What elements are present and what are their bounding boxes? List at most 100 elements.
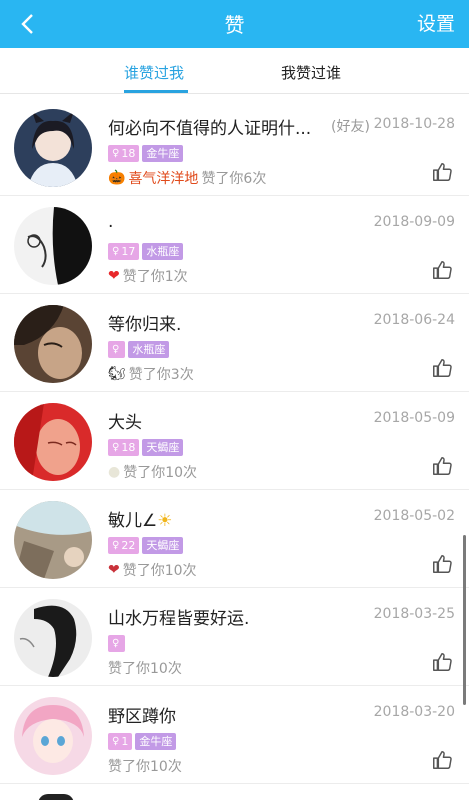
heart-icon: ❤ (108, 268, 120, 284)
thumbs-up-icon (433, 555, 452, 573)
age-badge: ♀ (108, 635, 126, 652)
active-tab-indicator (124, 90, 188, 93)
tab-who-liked-me[interactable]: 谁赞过我 (124, 62, 184, 83)
thumbs-up-icon (433, 261, 452, 279)
tab-who-i-liked[interactable]: 我赞过谁 (281, 62, 341, 83)
avatar[interactable] (14, 109, 92, 187)
like-count: 赞了你6次 (201, 171, 267, 187)
like-summary: ❤ 赞了你10次 (108, 560, 197, 580)
like-back-button[interactable] (431, 651, 453, 673)
list-item[interactable]: . 2018-09-09 ♀ 17 水瓶座 ❤ 赞了你1次 (0, 196, 469, 294)
gift-name: 喜气洋洋地 (128, 171, 199, 187)
age-badge: ♀ 1 (108, 733, 133, 750)
age-badge: ♀ 22 (108, 537, 140, 554)
age-badge: ♀ 18 (108, 439, 140, 456)
age-badge: ♀ 17 (108, 243, 140, 260)
friend-tag: (好友) (331, 119, 370, 135)
female-icon: ♀ (112, 540, 120, 551)
user-name: 敏儿∠☀ (108, 511, 173, 531)
female-icon: ♀ (112, 148, 120, 159)
female-icon: ♀ (112, 246, 120, 257)
age-badge: ♀ (108, 341, 126, 358)
like-back-button[interactable] (431, 749, 453, 771)
like-date: 2018-03-25 (373, 606, 455, 622)
avatar[interactable] (14, 501, 92, 579)
like-count: 赞了你10次 (123, 465, 198, 481)
avatar[interactable] (14, 403, 92, 481)
like-summary: ● 赞了你10次 (108, 462, 197, 482)
list-item[interactable]: 敏儿∠☀ 2018-05-02 ♀ 22 天蝎座 ❤ 赞了你10次 (0, 490, 469, 588)
user-name: 等你归来. (108, 315, 182, 335)
pumpkin-icon: 🎃 (108, 170, 126, 186)
list-scrollbar[interactable] (463, 535, 466, 705)
squirrel-icon: 🐿 (108, 366, 126, 382)
user-badges: ♀ (108, 635, 126, 652)
user-name: 野区蹲你 (108, 707, 176, 727)
like-date: 2018-05-09 (373, 410, 455, 426)
like-count: 赞了你3次 (128, 367, 194, 383)
user-badges: ♀ 17 水瓶座 (108, 243, 184, 260)
settings-button[interactable]: 设置 (417, 9, 455, 36)
user-badges: ♀ 22 天蝎座 (108, 537, 184, 554)
list-item[interactable]: 何必向不值得的人证明什... (好友) 2018-10-28 ♀ 18 金牛座 🎃… (0, 98, 469, 196)
avatar[interactable] (14, 599, 92, 677)
avatar[interactable] (14, 305, 92, 383)
zodiac-badge: 金牛座 (135, 733, 177, 750)
female-icon: ♀ (112, 638, 120, 649)
like-count: 赞了你10次 (122, 563, 197, 579)
user-name: 大头 (108, 413, 142, 433)
like-back-button[interactable] (431, 455, 453, 477)
avatar[interactable] (14, 207, 92, 285)
likes-page: 赞 设置 谁赞过我 我赞过谁 何必向不值得的人证明什... (好友) 2018-… (0, 0, 469, 800)
like-back-button[interactable] (431, 161, 453, 183)
like-date: 2018-09-09 (373, 214, 455, 230)
thumbs-up-icon (433, 653, 452, 671)
leaf-icon: ● (108, 464, 121, 480)
zodiac-badge: 水瓶座 (142, 243, 184, 260)
female-icon: ♀ (112, 344, 120, 355)
likes-list: 何必向不值得的人证明什... (好友) 2018-10-28 ♀ 18 金牛座 🎃… (0, 98, 469, 784)
top-bar: 赞 设置 (0, 0, 469, 48)
like-date: 2018-10-28 (373, 116, 455, 132)
user-badges: ♀ 水瓶座 (108, 341, 170, 358)
thumbs-up-icon (433, 457, 452, 475)
like-back-button[interactable] (431, 259, 453, 281)
heart-icon: ❤ (108, 562, 120, 578)
avatar[interactable] (14, 697, 92, 775)
tab-bar: 谁赞过我 我赞过谁 (0, 48, 469, 94)
age-badge: ♀ 18 (108, 145, 140, 162)
like-summary: 赞了你10次 (108, 658, 182, 678)
next-avatar-peek (38, 794, 74, 800)
like-summary: 赞了你10次 (108, 756, 182, 776)
sun-icon: ☀ (157, 511, 173, 531)
list-item[interactable]: 野区蹲你 2018-03-20 ♀ 1 金牛座 赞了你10次 (0, 686, 469, 784)
zodiac-badge: 天蝎座 (142, 537, 184, 554)
user-badges: ♀ 1 金牛座 (108, 733, 177, 750)
like-date: 2018-05-02 (373, 508, 455, 524)
like-count: 赞了你1次 (122, 269, 188, 285)
like-summary: ❤ 赞了你1次 (108, 266, 188, 286)
list-item[interactable]: 大头 2018-05-09 ♀ 18 天蝎座 ● 赞了你10次 (0, 392, 469, 490)
list-item[interactable]: 山水万程皆要好运. 2018-03-25 ♀ 赞了你10次 (0, 588, 469, 686)
user-name: 山水万程皆要好运. (108, 609, 250, 629)
like-date: 2018-06-24 (373, 312, 455, 328)
like-count: 赞了你10次 (108, 661, 182, 677)
user-name: . (108, 212, 114, 232)
female-icon: ♀ (112, 442, 120, 453)
list-item[interactable]: 等你归来. 2018-06-24 ♀ 水瓶座 🐿 赞了你3次 (0, 294, 469, 392)
zodiac-badge: 金牛座 (142, 145, 184, 162)
female-icon: ♀ (112, 736, 120, 747)
like-date: 2018-03-20 (373, 704, 455, 720)
thumbs-up-icon (433, 751, 452, 769)
like-summary: 🐿 赞了你3次 (108, 364, 194, 384)
like-back-button[interactable] (431, 357, 453, 379)
thumbs-up-icon (433, 163, 452, 181)
user-badges: ♀ 18 天蝎座 (108, 439, 184, 456)
like-back-button[interactable] (431, 553, 453, 575)
user-name: 何必向不值得的人证明什... (108, 119, 312, 139)
zodiac-badge: 天蝎座 (142, 439, 184, 456)
page-title: 赞 (224, 13, 245, 37)
zodiac-badge: 水瓶座 (128, 341, 170, 358)
user-badges: ♀ 18 金牛座 (108, 145, 184, 162)
like-summary: 🎃 喜气洋洋地 赞了你6次 (108, 168, 266, 188)
